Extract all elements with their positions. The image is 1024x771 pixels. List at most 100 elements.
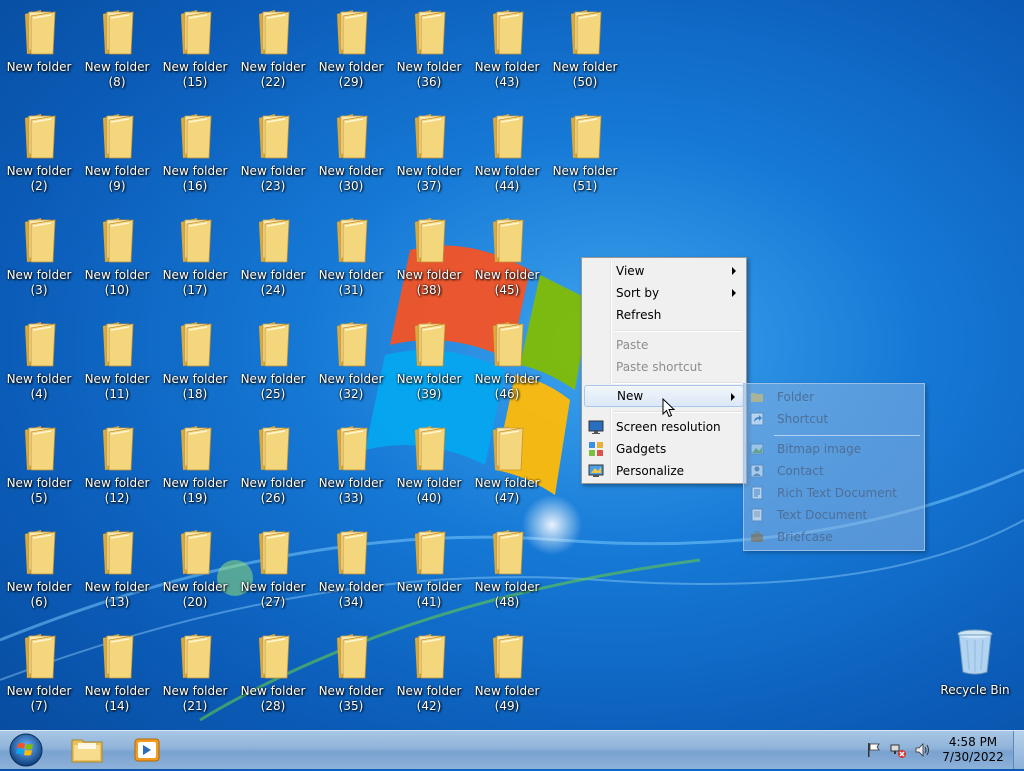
- desktop-folder-item[interactable]: New folder (4): [0, 314, 78, 410]
- desktop-folder-item[interactable]: New folder (3): [0, 210, 78, 306]
- submenu-item-folder[interactable]: Folder: [746, 386, 922, 408]
- desktop-folder-item[interactable]: New folder (25): [234, 314, 312, 410]
- action-center-flag-icon[interactable]: [866, 742, 882, 758]
- desktop-folder-label: New folder (23): [240, 164, 306, 193]
- desktop-folder-item[interactable]: New folder (20): [156, 522, 234, 618]
- menu-item-personalize[interactable]: Personalize: [584, 460, 744, 482]
- desktop-folder-item[interactable]: New folder (51): [546, 106, 624, 202]
- desktop-folder-item[interactable]: New folder (14): [78, 626, 156, 722]
- network-disconnected-icon[interactable]: [890, 742, 906, 758]
- desktop-folder-item[interactable]: New folder (33): [312, 418, 390, 514]
- folder-icon: [337, 426, 368, 471]
- folder-icon: [103, 114, 134, 159]
- contact-icon: [750, 464, 764, 478]
- desktop-folder-item[interactable]: New folder (7): [0, 626, 78, 722]
- desktop-folder-label: New folder (11): [84, 372, 150, 401]
- desktop-folder-item[interactable]: New folder (28): [234, 626, 312, 722]
- submenu-item-rich-text-document[interactable]: Rich Text Document: [746, 482, 922, 504]
- desktop-folder-item[interactable]: New folder (49): [468, 626, 546, 722]
- desktop-folder-label: New folder (45): [474, 268, 540, 297]
- desktop-folder-item[interactable]: New folder (24): [234, 210, 312, 306]
- desktop-folder-item[interactable]: New folder (50): [546, 2, 624, 98]
- desktop-folder-item[interactable]: New folder (12): [78, 418, 156, 514]
- desktop-folder-item[interactable]: New folder (47): [468, 418, 546, 514]
- desktop-folder-item[interactable]: New folder (6): [0, 522, 78, 618]
- submenu-item-bitmap-image[interactable]: Bitmap image: [746, 438, 922, 460]
- desktop-folder-item[interactable]: New folder (31): [312, 210, 390, 306]
- folder-icon: [337, 10, 368, 55]
- submenu-item-shortcut[interactable]: Shortcut: [746, 408, 922, 430]
- folder-icon: [493, 530, 524, 575]
- menu-item-refresh[interactable]: Refresh: [584, 304, 744, 326]
- desktop-folder-item[interactable]: New folder (17): [156, 210, 234, 306]
- desktop-folder-item[interactable]: New folder (34): [312, 522, 390, 618]
- folder-icon: [415, 322, 446, 367]
- desktop-folder-label: New folder (7): [6, 684, 72, 713]
- desktop-folder-item[interactable]: New folder (13): [78, 522, 156, 618]
- folder-icon: [337, 218, 368, 263]
- desktop-folder-item[interactable]: New folder (30): [312, 106, 390, 202]
- desktop-folder-item[interactable]: New folder (35): [312, 626, 390, 722]
- desktop-folder-item[interactable]: New folder (40): [390, 418, 468, 514]
- desktop-folder-label: New folder (30): [318, 164, 384, 193]
- menu-item-paste[interactable]: Paste: [584, 334, 744, 356]
- desktop-folder-item[interactable]: New folder (26): [234, 418, 312, 514]
- desktop-folder-item[interactable]: New folder (39): [390, 314, 468, 410]
- desktop-folder-item[interactable]: New folder (23): [234, 106, 312, 202]
- desktop-folder-item[interactable]: New folder (48): [468, 522, 546, 618]
- desktop-folder-item[interactable]: New folder (19): [156, 418, 234, 514]
- desktop-folder-item[interactable]: New folder: [0, 2, 78, 98]
- desktop-folder-item[interactable]: New folder (38): [390, 210, 468, 306]
- desktop-folder-item[interactable]: New folder (44): [468, 106, 546, 202]
- submenu-item-briefcase[interactable]: Briefcase: [746, 526, 922, 548]
- desktop-folder-item[interactable]: New folder (27): [234, 522, 312, 618]
- show-desktop-button[interactable]: [1013, 731, 1024, 769]
- menu-separator: [614, 411, 742, 413]
- gadgets-icon: [589, 442, 603, 456]
- folder-icon: [181, 114, 212, 159]
- desktop-folder-label: New folder (37): [396, 164, 462, 193]
- menu-item-screen-resolution[interactable]: Screen resolution: [584, 416, 744, 438]
- desktop-folder-item[interactable]: New folder (36): [390, 2, 468, 98]
- desktop-folder-item[interactable]: New folder (5): [0, 418, 78, 514]
- start-button[interactable]: [4, 732, 48, 768]
- taskbar-explorer-button[interactable]: [60, 733, 114, 767]
- submenu-item-contact[interactable]: Contact: [746, 460, 922, 482]
- desktop-folder-item[interactable]: New folder (46): [468, 314, 546, 410]
- taskbar-media-player-button[interactable]: [120, 733, 174, 767]
- folder-icon: [25, 634, 56, 679]
- desktop-folder-item[interactable]: New folder (29): [312, 2, 390, 98]
- bitmap-image-icon: [750, 443, 764, 455]
- folder-icon: [259, 218, 290, 263]
- submenu-arrow-icon: [732, 267, 736, 275]
- submenu-item-text-document[interactable]: Text Document: [746, 504, 922, 526]
- desktop-folder-item[interactable]: New folder (32): [312, 314, 390, 410]
- desktop-folder-item[interactable]: New folder (16): [156, 106, 234, 202]
- desktop-folder-item[interactable]: New folder (41): [390, 522, 468, 618]
- desktop-folder-item[interactable]: New folder (8): [78, 2, 156, 98]
- desktop-folder-item[interactable]: New folder (2): [0, 106, 78, 202]
- desktop-folder-label: New folder (40): [396, 476, 462, 505]
- volume-speaker-icon[interactable]: [914, 742, 930, 758]
- desktop-folder-item[interactable]: New folder (11): [78, 314, 156, 410]
- menu-item-view[interactable]: View: [584, 260, 744, 282]
- folder-icon: [571, 114, 602, 159]
- desktop-folder-item[interactable]: New folder (9): [78, 106, 156, 202]
- menu-item-paste-shortcut[interactable]: Paste shortcut: [584, 356, 744, 378]
- taskbar-clock[interactable]: 4:58 PM 7/30/2022: [930, 735, 1016, 765]
- desktop-folder-item[interactable]: New folder (18): [156, 314, 234, 410]
- submenu-arrow-icon: [731, 393, 735, 401]
- desktop-folder-item[interactable]: New folder (21): [156, 626, 234, 722]
- desktop-folder-item[interactable]: New folder (37): [390, 106, 468, 202]
- recycle-bin[interactable]: Recycle Bin: [940, 628, 1010, 697]
- desktop-folder-item[interactable]: New folder (15): [156, 2, 234, 98]
- desktop-folder-label: New folder (26): [240, 476, 306, 505]
- desktop-folder-label: New folder (14): [84, 684, 150, 713]
- desktop-folder-item[interactable]: New folder (43): [468, 2, 546, 98]
- desktop-folder-item[interactable]: New folder (45): [468, 210, 546, 306]
- menu-item-sort-by[interactable]: Sort by: [584, 282, 744, 304]
- desktop-folder-item[interactable]: New folder (22): [234, 2, 312, 98]
- menu-item-gadgets[interactable]: Gadgets: [584, 438, 744, 460]
- desktop-folder-item[interactable]: New folder (10): [78, 210, 156, 306]
- desktop-folder-item[interactable]: New folder (42): [390, 626, 468, 722]
